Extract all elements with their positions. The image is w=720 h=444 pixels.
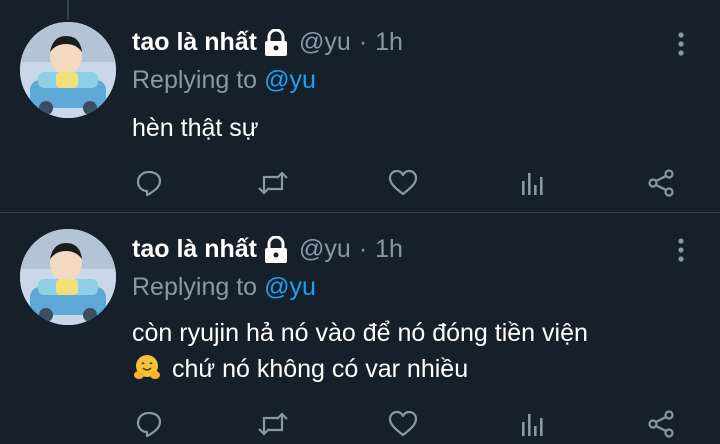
more-icon[interactable] xyxy=(672,236,690,266)
more-icon[interactable] xyxy=(672,30,690,60)
replying-to: Replying to @yu xyxy=(132,66,316,95)
tweet-text-line: hèn thật sự xyxy=(132,114,259,142)
like-icon[interactable] xyxy=(386,407,420,441)
reply-icon[interactable] xyxy=(132,166,166,200)
tweet-text: còn ryujin hả nó vào để nó đóng tiền việ… xyxy=(132,315,692,387)
tweet-header: tao là nhất @yu · 1h xyxy=(132,28,403,57)
retweet-icon[interactable] xyxy=(256,407,290,441)
tweet-header: tao là nhất @yu · 1h xyxy=(132,235,403,264)
stats-icon[interactable] xyxy=(516,407,550,441)
display-name[interactable]: tao là nhất xyxy=(132,235,257,264)
display-name[interactable]: tao là nhất xyxy=(132,28,257,57)
tweet-text: hèn thật sự xyxy=(132,110,692,146)
retweet-icon[interactable] xyxy=(256,166,290,200)
share-icon[interactable] xyxy=(644,407,678,441)
tweet-text-line: còn ryujin hả nó vào để nó đóng tiền việ… xyxy=(132,319,588,347)
handle[interactable]: @yu xyxy=(299,235,351,264)
handle[interactable]: @yu xyxy=(299,28,351,57)
stats-icon[interactable] xyxy=(516,166,550,200)
reply-icon[interactable] xyxy=(132,407,166,441)
like-icon[interactable] xyxy=(386,166,420,200)
timestamp[interactable]: 1h xyxy=(375,28,403,57)
replying-to: Replying to @yu xyxy=(132,273,316,302)
replying-handle-link[interactable]: @yu xyxy=(264,66,316,94)
hugging-face-emoji-icon xyxy=(132,353,162,383)
replying-prefix: Replying to xyxy=(132,273,258,301)
share-icon[interactable] xyxy=(644,166,678,200)
avatar[interactable] xyxy=(20,229,116,325)
lock-icon xyxy=(263,235,289,264)
tweet[interactable]: tao là nhất @yu · 1h Replying to @yu hèn … xyxy=(0,0,720,213)
separator: · xyxy=(358,235,368,263)
separator: · xyxy=(358,28,368,56)
avatar[interactable] xyxy=(20,22,116,118)
replying-handle-link[interactable]: @yu xyxy=(264,273,316,301)
action-bar xyxy=(132,166,680,200)
replying-prefix: Replying to xyxy=(132,66,258,94)
action-bar xyxy=(132,407,680,441)
tweet[interactable]: tao là nhất @yu · 1h Replying to @yu còn … xyxy=(0,213,720,444)
timestamp[interactable]: 1h xyxy=(375,235,403,264)
tweet-text-line-with-emoji: chứ nó không có var nhiều xyxy=(132,351,692,387)
lock-icon xyxy=(263,28,289,57)
tweet-text-line: chứ nó không có var nhiều xyxy=(172,355,469,383)
